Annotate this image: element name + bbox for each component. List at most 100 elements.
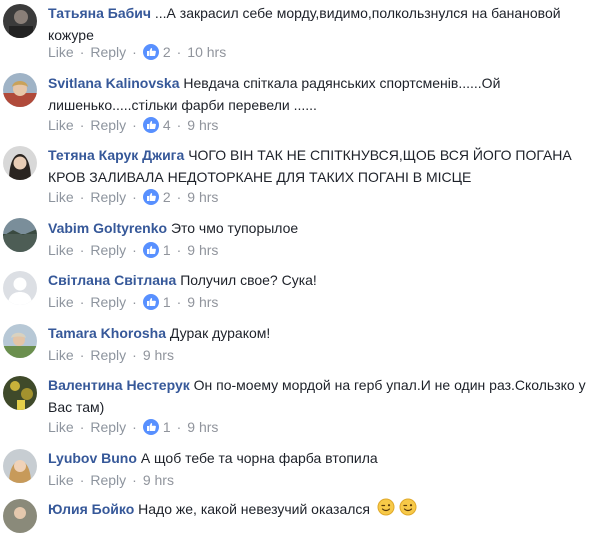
reply-button[interactable]: Reply — [90, 471, 126, 489]
like-count[interactable]: 1 — [163, 418, 171, 436]
thumbs-up-icon[interactable] — [142, 117, 159, 133]
comment-author[interactable]: Svitlana Kalinovska — [48, 75, 180, 91]
like-count[interactable]: 1 — [163, 293, 171, 311]
comment-author[interactable]: Тетяна Карук Джига — [48, 147, 184, 163]
like-count[interactable]: 1 — [163, 241, 171, 259]
avatar[interactable] — [3, 449, 37, 483]
reply-button[interactable]: Reply — [90, 116, 126, 134]
comment-author[interactable]: Валентина Нестерук — [48, 377, 190, 393]
thumbs-up-icon[interactable] — [142, 44, 159, 60]
comment-text: А щоб тебе та чорна фарба втопила — [140, 450, 378, 466]
separator: · — [176, 189, 182, 205]
separator: · — [132, 242, 137, 258]
separator: · — [79, 242, 85, 258]
reply-button[interactable]: Reply — [90, 43, 126, 61]
separator: · — [176, 294, 182, 310]
like-button[interactable]: Like — [48, 293, 74, 311]
like-button[interactable]: Like — [48, 241, 74, 259]
separator: · — [79, 189, 85, 205]
separator: · — [176, 242, 182, 258]
avatar[interactable] — [3, 499, 37, 533]
reply-button[interactable]: Reply — [90, 241, 126, 259]
timestamp[interactable]: 9 hrs — [187, 116, 218, 134]
comment-actions: Like · Reply · 9 hrs — [48, 471, 174, 489]
separator: · — [132, 294, 137, 310]
wink-emoji-icon — [377, 498, 395, 522]
avatar[interactable] — [3, 146, 37, 180]
comment-text: Дурак дураком! — [169, 325, 271, 341]
like-button[interactable]: Like — [48, 346, 74, 364]
separator: · — [176, 117, 182, 133]
reply-button[interactable]: Reply — [90, 418, 126, 436]
comment-body: Vabim Goltyrenko Это чмо тупорылое — [48, 217, 595, 239]
like-button[interactable]: Like — [48, 471, 74, 489]
comment-actions: Like · Reply · 2 · 9 hrs — [48, 188, 218, 206]
comment-author[interactable]: Татьяна Бабич — [48, 5, 151, 21]
comment-author[interactable]: Tamara Khorosha — [48, 325, 166, 341]
avatar[interactable] — [3, 271, 37, 305]
comment-text: Надо же, какой невезучий оказался — [138, 501, 370, 517]
timestamp[interactable]: 9 hrs — [187, 293, 218, 311]
separator: · — [79, 472, 85, 488]
like-count[interactable]: 2 — [163, 43, 171, 61]
reply-button[interactable]: Reply — [90, 188, 126, 206]
separator: · — [176, 419, 182, 435]
timestamp[interactable]: 9 hrs — [187, 188, 218, 206]
comment-author[interactable]: Юлия Бойко — [48, 501, 134, 517]
comment-body: Tamara Khorosha Дурак дураком! — [48, 322, 595, 344]
comment-body: Світлана Світлана Получил свое? Сука! — [48, 269, 595, 291]
like-count[interactable]: 4 — [163, 116, 171, 134]
comment-actions: Like · Reply · 2 · 10 hrs — [48, 43, 226, 61]
timestamp[interactable]: 9 hrs — [187, 241, 218, 259]
separator: · — [79, 419, 85, 435]
separator: · — [132, 347, 137, 363]
separator: · — [79, 294, 85, 310]
like-button[interactable]: Like — [48, 116, 74, 134]
like-button[interactable]: Like — [48, 43, 74, 61]
avatar[interactable] — [3, 218, 37, 252]
comment-body: Валентина Нестерук Он по-моему мордой на… — [48, 374, 595, 418]
wink-emoji-icon — [399, 498, 417, 522]
comment-body: Татьяна Бабич ...А закрасил себе морду,в… — [48, 2, 595, 46]
separator: · — [79, 347, 85, 363]
comment-text: Это чмо тупорылое — [170, 220, 299, 236]
comment-author[interactable]: Vabim Goltyrenko — [48, 220, 167, 236]
thumbs-up-icon[interactable] — [142, 419, 159, 435]
comment-body: Юлия Бойко Надо же, какой невезучий оказ… — [48, 498, 595, 522]
timestamp[interactable]: 10 hrs — [187, 43, 226, 61]
avatar[interactable] — [3, 4, 37, 38]
separator: · — [79, 44, 85, 60]
comment-text: Получил свое? Сука! — [180, 272, 317, 288]
timestamp[interactable]: 9 hrs — [187, 418, 218, 436]
separator: · — [132, 44, 137, 60]
avatar[interactable] — [3, 73, 37, 107]
separator: · — [132, 117, 137, 133]
separator: · — [176, 44, 182, 60]
avatar[interactable] — [3, 376, 37, 410]
comment-actions: Like · Reply · 4 · 9 hrs — [48, 116, 218, 134]
like-button[interactable]: Like — [48, 418, 74, 436]
thumbs-up-icon[interactable] — [142, 189, 159, 205]
separator: · — [79, 117, 85, 133]
comment-author[interactable]: Lyubov Buno — [48, 450, 137, 466]
comment-actions: Like · Reply · 1 · 9 hrs — [48, 293, 218, 311]
timestamp[interactable]: 9 hrs — [143, 346, 174, 364]
comment-body: Svitlana Kalinovska Невдача спіткала рад… — [48, 72, 595, 116]
thumbs-up-icon[interactable] — [142, 294, 159, 310]
separator: · — [132, 472, 137, 488]
comment-actions: Like · Reply · 1 · 9 hrs — [48, 241, 218, 259]
timestamp[interactable]: 9 hrs — [143, 471, 174, 489]
comment-actions: Like · Reply · 1 · 9 hrs — [48, 418, 218, 436]
comment-author[interactable]: Світлана Світлана — [48, 272, 176, 288]
comment-body: Lyubov Buno А щоб тебе та чорна фарба вт… — [48, 447, 595, 469]
comment-body: Тетяна Карук Джига ЧОГО ВІН ТАК НЕ СПІТК… — [48, 144, 595, 188]
avatar[interactable] — [3, 324, 37, 358]
comment-actions: Like · Reply · 9 hrs — [48, 346, 174, 364]
like-count[interactable]: 2 — [163, 188, 171, 206]
separator: · — [132, 189, 137, 205]
like-button[interactable]: Like — [48, 188, 74, 206]
thumbs-up-icon[interactable] — [142, 242, 159, 258]
separator: · — [132, 419, 137, 435]
reply-button[interactable]: Reply — [90, 293, 126, 311]
reply-button[interactable]: Reply — [90, 346, 126, 364]
